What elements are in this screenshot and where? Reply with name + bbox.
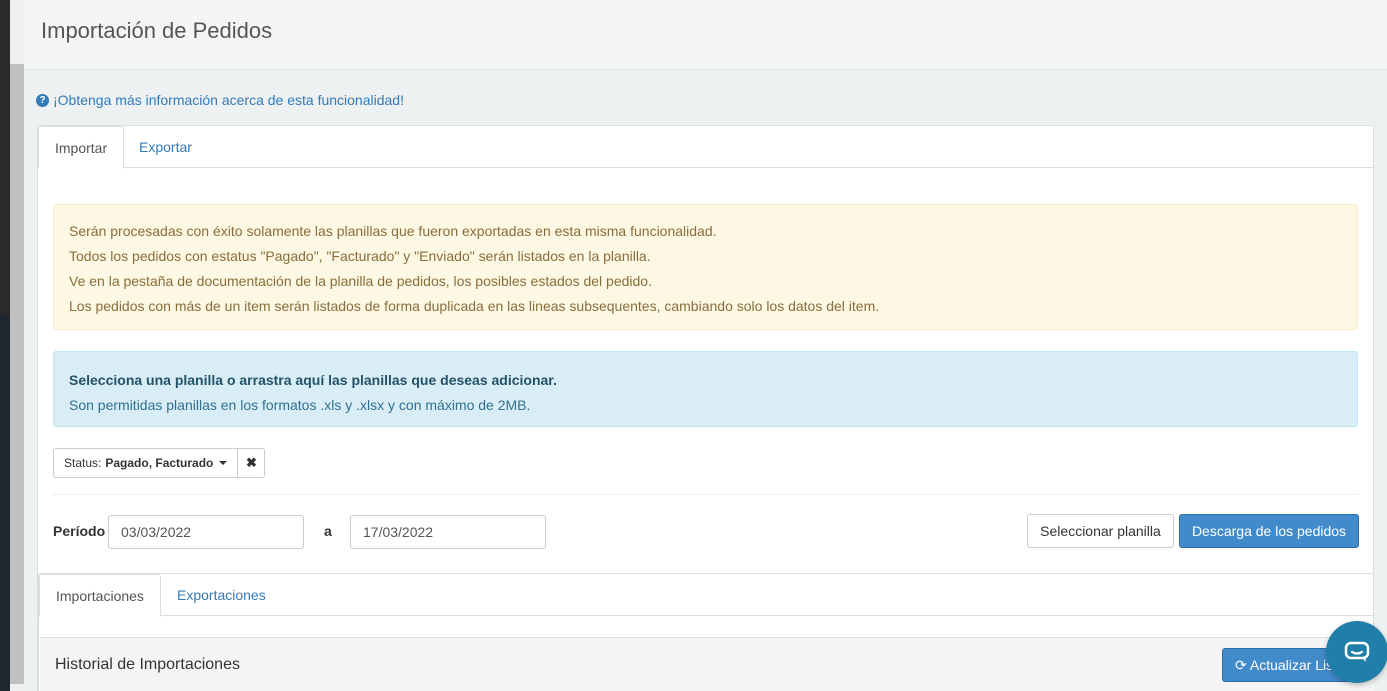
page-title: Importación de Pedidos: [41, 18, 273, 43]
download-orders-button[interactable]: Descarga de los pedidos: [1179, 514, 1359, 548]
chat-launcher[interactable]: [1326, 621, 1387, 683]
status-dropdown[interactable]: Status: Pagado, Facturado: [53, 448, 239, 478]
warning-alert: Serán procesadas con éxito solamente las…: [53, 204, 1358, 330]
status-value: Pagado, Facturado: [105, 456, 214, 470]
tab-exportaciones[interactable]: Exportaciones: [161, 574, 282, 616]
close-icon[interactable]: ✖: [238, 448, 266, 478]
tab-importaciones[interactable]: Importaciones: [39, 574, 161, 617]
help-link[interactable]: ? ¡Obtenga más información acerca de est…: [36, 92, 404, 108]
warning-line: Los pedidos con más de un item serán lis…: [69, 298, 880, 314]
divider: [53, 494, 1358, 495]
dropzone-info[interactable]: Selecciona una planilla o arrastra aquí …: [53, 351, 1358, 427]
period-to-input[interactable]: [350, 515, 546, 549]
history-title: Historial de Importaciones: [55, 656, 240, 673]
question-circle-icon: ?: [36, 93, 49, 107]
left-edge-upper: [0, 0, 10, 315]
period-label: Período: [53, 523, 106, 539]
status-label: Status:: [64, 456, 102, 470]
refresh-icon: ⟳: [1235, 656, 1247, 673]
main-panel: Importar Exportar Serán procesadas con é…: [37, 125, 1374, 691]
period-from-input[interactable]: [108, 515, 304, 549]
tab-exportar[interactable]: Exportar: [123, 126, 208, 168]
chat-icon: [1344, 641, 1370, 662]
warning-line: Serán procesadas con éxito solamente las…: [69, 223, 717, 239]
scrollbar-thumb[interactable]: [10, 64, 24, 684]
chevron-down-icon: [219, 461, 228, 465]
history-tabs: Importaciones Exportaciones: [39, 574, 1373, 617]
status-filter: Status: Pagado, Facturado ✖: [53, 448, 266, 478]
history-header: Historial de Importaciones ⟳ Actualizar …: [40, 637, 1374, 691]
dropzone-title: Selecciona una planilla o arrastra aquí …: [69, 372, 557, 388]
page-header: Importación de Pedidos: [24, 0, 1387, 70]
history-panel: Importaciones Exportaciones Historial de…: [38, 573, 1374, 691]
select-file-button[interactable]: Seleccionar planilla: [1027, 514, 1174, 548]
left-edge-lower: [0, 315, 10, 691]
dropzone-text: Son permitidas planillas en los formatos…: [69, 397, 531, 413]
warning-line: Todos los pedidos con estatus "Pagado", …: [69, 248, 651, 264]
period-separator: a: [324, 523, 332, 539]
tab-importar[interactable]: Importar: [38, 126, 125, 169]
warning-line: Ve en la pestaña de documentación de la …: [69, 273, 652, 289]
main-tabs: Importar Exportar: [38, 126, 1373, 169]
help-link-text[interactable]: ¡Obtenga más información acerca de esta …: [53, 92, 404, 108]
